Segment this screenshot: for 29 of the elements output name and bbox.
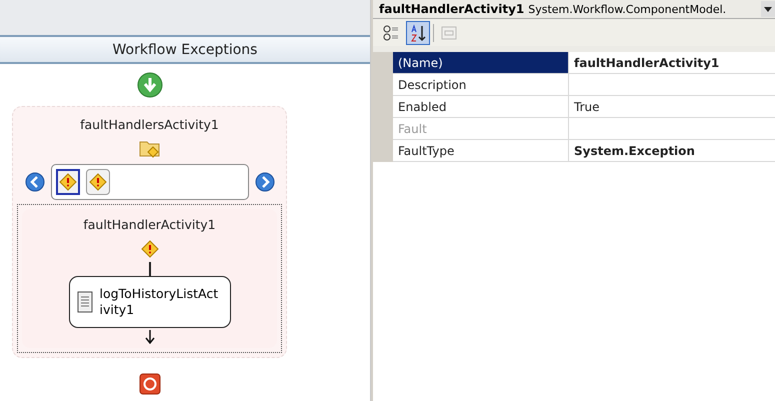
property-value[interactable]: faultHandlerActivity1 — [569, 52, 775, 73]
stop-icon — [138, 373, 160, 395]
scroll-left-icon[interactable] — [24, 172, 44, 192]
object-selector[interactable]: faultHandlerActivity1 System.Workflow.ComponentModel. — [373, 0, 775, 19]
activity-node[interactable]: logToHistoryListActivity1 — [68, 276, 230, 328]
property-value[interactable]: System.Exception — [569, 140, 775, 161]
designer-header: Workflow Exceptions — [0, 37, 370, 64]
warning-icon — [140, 240, 158, 258]
fault-handler-tab[interactable] — [56, 169, 80, 195]
caret-icon — [764, 6, 772, 12]
object-name: faultHandlerActivity1 — [379, 2, 524, 16]
categorized-icon — [383, 24, 399, 40]
start-icon — [136, 72, 162, 98]
property-pages-icon — [441, 26, 457, 40]
property-name[interactable]: (Name) — [393, 52, 569, 73]
object-type: System.Workflow.ComponentModel. — [528, 2, 726, 16]
list-icon — [76, 291, 94, 313]
property-value[interactable]: True — [569, 96, 775, 117]
alphabetical-button[interactable] — [406, 20, 430, 44]
warning-icon — [88, 173, 106, 191]
dropdown-button[interactable] — [761, 1, 775, 17]
sort-icon — [410, 24, 426, 42]
fault-handler-title: faultHandlerActivity1 — [83, 217, 216, 232]
fault-handler-tab[interactable] — [86, 169, 110, 195]
warning-icon — [58, 173, 76, 191]
fault-handlers-title: faultHandlersActivity1 — [80, 117, 219, 132]
activity-name: logToHistoryListActivity1 — [100, 286, 220, 318]
down-arrow-icon — [144, 330, 154, 344]
scroll-right-icon[interactable] — [254, 172, 274, 192]
